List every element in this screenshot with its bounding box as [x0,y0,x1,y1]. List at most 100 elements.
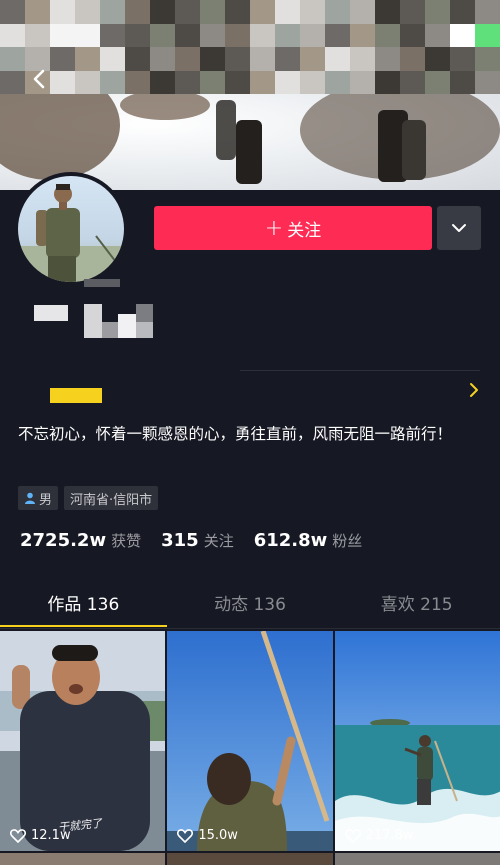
tabs-divider [0,628,500,629]
stat-likes-label: 获赞 [111,532,142,550]
expand-info-button[interactable] [468,382,480,398]
mosaic-pixel [200,47,225,71]
mosaic-pixel [275,23,300,47]
mosaic-pixel [250,0,275,24]
mosaic-pixel [425,70,450,94]
mosaic-pixel [100,23,125,47]
mosaic-pixel [275,70,300,94]
mosaic-pixel [325,47,350,71]
boot [236,120,262,184]
location-label: 河南省·信阳市 [70,492,153,508]
mosaic-pixel [50,70,75,94]
mosaic-pixel [275,0,300,24]
recommend-dropdown-button[interactable] [437,206,481,250]
follow-button[interactable]: + 关注 [154,206,432,250]
mosaic-pixel [150,47,175,71]
mosaic-pixel [300,47,325,71]
mosaic-pixel [200,70,225,94]
video-cover [167,631,333,851]
gender-tag: 男 [18,486,59,510]
mosaic-pixel [450,47,475,71]
profile-tags: 男 河南省·信阳市 [18,486,159,510]
mosaic-pixel [275,47,300,71]
mosaic-pixel [325,0,350,24]
mosaic-pixel [400,23,425,47]
mosaic-pixel [175,70,200,94]
mosaic-pixel [200,0,225,24]
avatar-photo [18,176,124,282]
mosaic-pixel [425,23,450,47]
next-video-row [0,853,500,865]
mosaic-pixel [475,70,500,94]
mosaic-pixel [350,23,375,47]
video-likes-value: 15.0w [198,828,238,843]
mosaic-pixel [0,23,25,47]
mosaic-pixel [50,0,75,24]
mosaic-pixel [475,0,500,24]
mosaic-pixel [175,47,200,71]
mosaic-pixel [150,23,175,47]
back-button[interactable] [26,64,52,94]
stat-following[interactable]: 315 关注 [161,530,234,551]
mosaic-pixel [0,70,25,94]
obscured-pixel [118,314,136,338]
stat-following-label: 关注 [203,532,234,550]
mosaic-pixel [225,70,250,94]
stat-likes-value: 2725.2w [20,530,107,551]
mosaic-pixel [475,47,500,71]
chevron-left-icon [33,69,45,89]
mosaic-pixel [50,23,75,47]
stat-following-value: 315 [161,530,199,551]
heart-icon [10,829,26,843]
mosaic-pixel [400,0,425,24]
mosaic-pixel [75,47,100,71]
video-grid: 干就完了 12.1w 15.0w 217.8w [0,631,500,865]
video-thumbnail-partial[interactable] [167,853,333,865]
tab-activity[interactable]: 动态 136 [167,585,334,629]
mosaic-pixel [125,47,150,71]
pixelated-status-area [0,0,500,94]
mosaic-pixel [0,47,25,71]
video-thumbnail-partial[interactable] [0,853,166,865]
mosaic-pixel [250,47,275,71]
mosaic-pixel [325,70,350,94]
video-thumbnail[interactable]: 干就完了 12.1w [0,631,166,851]
mosaic-pixel [400,70,425,94]
mosaic-pixel [25,0,50,24]
video-likes-value: 217.8w [365,828,414,843]
mosaic-pixel [450,23,475,47]
mosaic-pixel [225,47,250,71]
mosaic-pixel [25,23,50,47]
video-cover [334,631,500,851]
profile-tabs: 作品 136 动态 136 喜欢 215 [0,585,500,629]
stat-followers-label: 粉丝 [332,532,363,550]
tab-likes[interactable]: 喜欢 215 [333,585,500,629]
mosaic-pixel [350,47,375,71]
mosaic-pixel [125,70,150,94]
obscured-pixel [102,322,118,338]
profile-cover-image [0,0,500,190]
obscured-pixel [34,305,68,321]
video-thumbnail[interactable]: 217.8w [334,631,500,851]
video-likes-value: 12.1w [31,828,71,843]
mosaic-pixel [100,47,125,71]
boot [216,100,236,160]
mosaic-pixel [75,70,100,94]
obscured-pixel [136,304,153,322]
obscured-pixel [84,279,120,287]
male-user-icon [25,492,35,504]
video-thumbnail[interactable]: 15.0w [167,631,333,851]
mosaic-pixel [375,70,400,94]
stat-followers-value: 612.8w [253,530,328,551]
tab-works[interactable]: 作品 136 [0,585,167,629]
mosaic-pixel [300,70,325,94]
obscured-pixel [84,304,102,338]
mosaic-pixel [50,47,75,71]
mosaic-pixel [225,0,250,24]
chevron-right-icon [470,383,478,397]
stat-followers[interactable]: 612.8w 粉丝 [254,530,363,551]
mosaic-pixel [425,47,450,71]
video-thumbnail-partial[interactable] [334,853,500,865]
avatar[interactable] [14,172,128,286]
mosaic-pixel [350,70,375,94]
